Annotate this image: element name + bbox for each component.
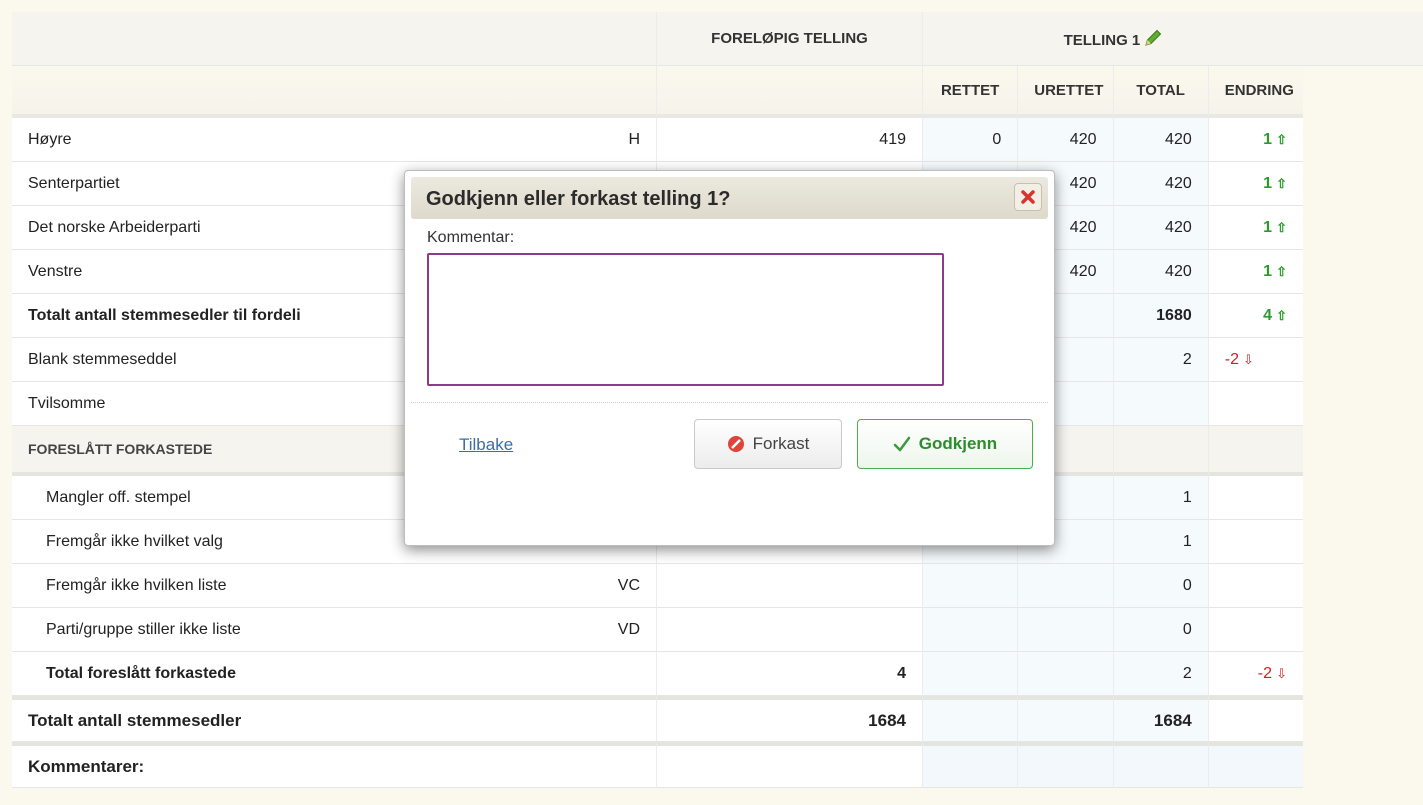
endring-value: 4 ⇧ xyxy=(1207,294,1303,338)
total-value: 1684 xyxy=(1112,696,1208,742)
approve-label: Godkjenn xyxy=(918,434,998,453)
reject-reason-code: VC xyxy=(534,564,656,608)
endring-value: 1 ⇧ xyxy=(1207,162,1303,206)
total-value: 2 xyxy=(1112,652,1208,696)
reject-button[interactable]: Forkast xyxy=(694,419,842,469)
subtotal-label: Total foreslått forkastede xyxy=(12,652,534,696)
header-row-1: FORELØPIG TELLING TELLING 1 xyxy=(12,12,1423,66)
arrow-up-icon: ⇧ xyxy=(1276,219,1287,235)
total-value xyxy=(1112,382,1208,426)
dialog-divider xyxy=(411,402,1048,403)
reject-reason-name: Fremgår ikke hvilken liste xyxy=(12,564,534,608)
header-row-2: RETTET URETTET TOTAL ENDRING xyxy=(12,66,1423,118)
pencil-icon[interactable] xyxy=(1144,29,1162,47)
close-icon xyxy=(1021,190,1035,204)
arrow-up-icon: ⇧ xyxy=(1276,131,1287,147)
reject-label: Forkast xyxy=(752,434,810,453)
comment-label: Kommentar: xyxy=(427,229,515,246)
reject-reason-code: VD xyxy=(534,608,656,652)
header-rettet: RETTET xyxy=(922,66,1018,118)
close-button[interactable] xyxy=(1014,183,1042,211)
comments-row: Kommentarer: xyxy=(12,742,1423,788)
table-row: Total foreslått forkastede 4 2 -2 ⇩ xyxy=(12,652,1423,696)
grand-total-label: Totalt antall stemmesedler xyxy=(12,696,534,742)
endring-value: 1 ⇧ xyxy=(1207,206,1303,250)
comment-textarea[interactable] xyxy=(427,253,944,386)
foreløpig-value: 419 xyxy=(656,118,922,162)
total-value: 420 xyxy=(1112,162,1208,206)
urettet-value: 420 xyxy=(1017,118,1113,162)
endring-value: 1 ⇧ xyxy=(1207,118,1303,162)
arrow-up-icon: ⇧ xyxy=(1276,307,1287,323)
total-value: 420 xyxy=(1112,206,1208,250)
total-value: 420 xyxy=(1112,118,1208,162)
rettet-value: 0 xyxy=(922,118,1018,162)
dialog-title: Godkjenn eller forkast telling 1? xyxy=(426,188,731,210)
header-telling-label: TELLING 1 xyxy=(1063,31,1141,49)
total-value: 1 xyxy=(1112,520,1208,564)
total-value: 1 xyxy=(1112,476,1208,520)
reject-reason-name: Parti/gruppe stiller ikke liste xyxy=(12,608,534,652)
checkmark-icon xyxy=(893,435,911,453)
grand-total-row: Totalt antall stemmesedler 1684 1684 xyxy=(12,696,1423,742)
endring-value: -2 ⇩ xyxy=(1207,652,1303,696)
endring-value: 1 ⇧ xyxy=(1207,250,1303,294)
party-name: Høyre xyxy=(12,118,534,162)
table-row: Fremgår ikke hvilken liste VC 0 xyxy=(12,564,1423,608)
party-code: H xyxy=(534,118,656,162)
arrow-up-icon: ⇧ xyxy=(1276,175,1287,191)
dialog-header: Godkjenn eller forkast telling 1? xyxy=(411,177,1048,219)
arrow-down-icon: ⇩ xyxy=(1242,351,1254,367)
header-foreløpig: FORELØPIG TELLING xyxy=(656,12,922,66)
foreløpig-value: 1684 xyxy=(656,696,922,742)
endring-value: -2 ⇩ xyxy=(1207,338,1303,382)
header-endring: ENDRING xyxy=(1207,66,1303,118)
total-value: 1680 xyxy=(1112,294,1208,338)
prohibited-icon xyxy=(727,435,745,453)
table-row: Høyre H 419 0 420 420 1 ⇧ xyxy=(12,118,1423,162)
total-value: 420 xyxy=(1112,250,1208,294)
approve-reject-dialog: Godkjenn eller forkast telling 1? Kommen… xyxy=(404,170,1055,546)
arrow-down-icon: ⇩ xyxy=(1276,665,1287,681)
total-value: 2 xyxy=(1112,338,1208,382)
header-total: TOTAL xyxy=(1112,66,1208,118)
endring-value xyxy=(1207,382,1303,426)
total-value: 0 xyxy=(1112,608,1208,652)
comments-label: Kommentarer: xyxy=(12,742,534,788)
back-link[interactable]: Tilbake xyxy=(459,435,513,455)
table-row: Parti/gruppe stiller ikke liste VD 0 xyxy=(12,608,1423,652)
header-urettet: URETTET xyxy=(1017,66,1113,118)
approve-button[interactable]: Godkjenn xyxy=(857,419,1033,469)
total-value: 0 xyxy=(1112,564,1208,608)
header-telling: TELLING 1 xyxy=(922,12,1303,66)
arrow-up-icon: ⇧ xyxy=(1276,263,1287,279)
foreløpig-value: 4 xyxy=(656,652,922,696)
